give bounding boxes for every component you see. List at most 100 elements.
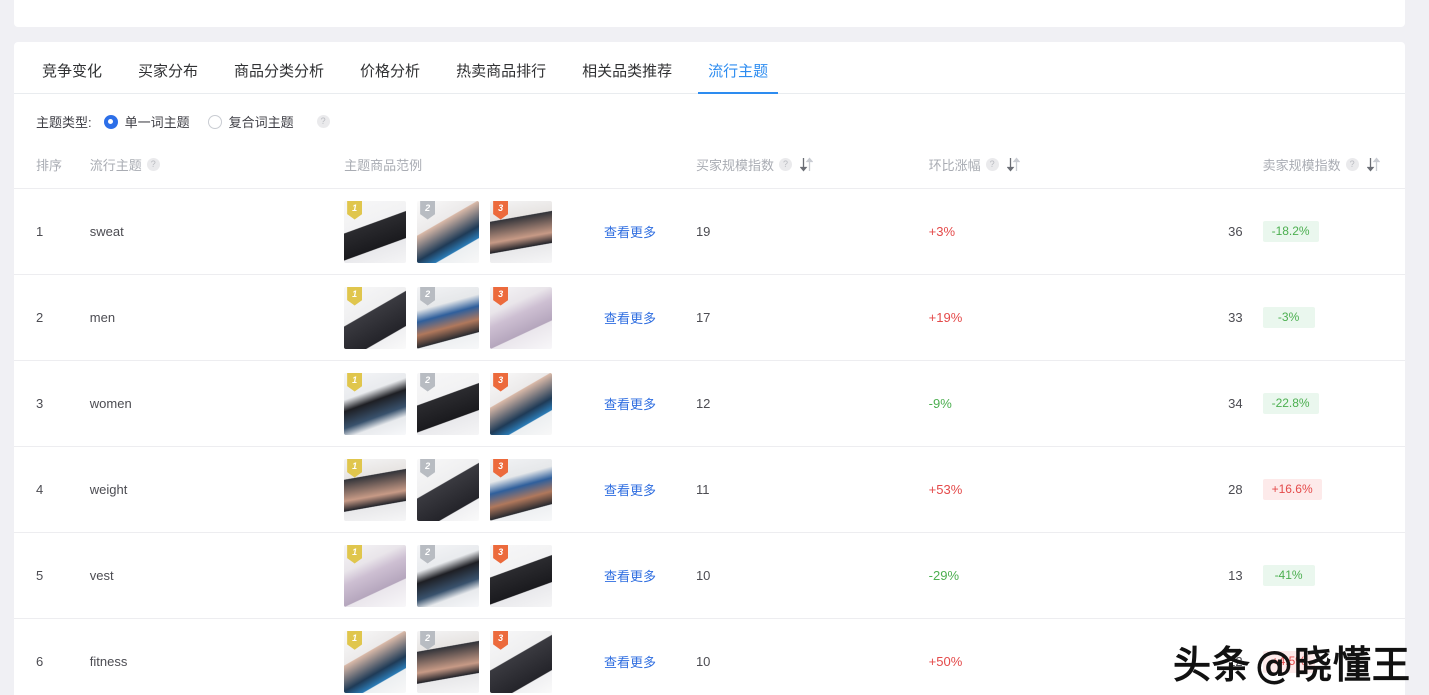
product-thumbnail[interactable]: 3 [490,458,553,521]
product-thumbnail[interactable]: 3 [490,544,553,607]
col-growth: 环比涨幅 ? [929,147,1178,189]
theme-type-help-icon[interactable]: ? [316,115,330,128]
cell-growth: +19% [928,274,1178,361]
cell-view-more: 查看更多 [603,532,696,619]
col-growth-help-icon[interactable]: ? [985,158,999,171]
cell-product-samples: 1 2 3 [344,274,604,361]
table-row: 1 sweat 1 2 3 查看更多 19 +3% 36 -18.2% [14,188,1405,275]
cell-theme: women [89,360,345,447]
product-thumbnail[interactable]: 1 [344,458,407,521]
sort-growth-icon[interactable] [1006,157,1020,172]
col-growth-label: 环比涨幅 [928,158,981,173]
cell-seller-change: -22.8% [1242,360,1405,447]
theme-type-radio-label: 复合词主题 [228,115,294,130]
thumbnail-list: 1 2 3 [344,458,604,521]
product-thumbnail[interactable]: 2 [417,286,480,349]
tab-1[interactable]: 买家分布 [120,64,216,93]
rank-medal-icon: 2 [420,630,436,650]
product-thumbnail[interactable]: 2 [417,630,480,693]
cell-growth: +53% [928,446,1178,533]
tab-bar: 竞争变化 买家分布 商品分类分析 价格分析 热卖商品排行 相关品类推荐 流行主题 [14,42,1405,94]
rank-medal-icon: 1 [347,286,363,306]
theme-type-radio-0[interactable]: 单一词主题 [103,112,190,131]
product-thumbnail[interactable]: 1 [344,200,407,263]
table-head: 排序 流行主题 ? 主题商品范例 买家规模指数 ? 环比涨幅 ? 卖家规模指数 … [14,147,1405,189]
product-thumbnail[interactable]: 2 [417,200,480,263]
tab-4[interactable]: 热卖商品排行 [438,64,564,93]
cell-growth: +50% [928,618,1178,695]
seller-change-badge: +16.6% [1262,478,1322,501]
tab-0[interactable]: 竞争变化 [24,64,120,93]
table-row: 2 men 1 2 3 查看更多 17 +19% 33 -3% [14,274,1405,361]
sort-buyer-index-icon[interactable] [799,157,813,172]
sort-seller-index-icon[interactable] [1366,157,1380,172]
cell-seller-change: -41% [1242,532,1405,619]
cell-theme: sweat [89,188,345,275]
product-thumbnail[interactable]: 2 [417,372,480,435]
cell-buyer-index: 12 [695,360,929,447]
col-rank: 排序 [14,147,90,189]
col-seller-index-help-icon[interactable]: ? [1345,158,1359,171]
col-theme-help-icon[interactable]: ? [146,158,160,171]
thumbnail-list: 1 2 3 [344,286,604,349]
tab-5[interactable]: 相关品类推荐 [564,64,690,93]
col-samples-label: 主题商品范例 [344,158,423,173]
cell-view-more: 查看更多 [603,360,696,447]
cell-seller-index: 36 [1177,188,1243,275]
table-row: 3 women 1 2 3 查看更多 12 -9% 34 -22.8% [14,360,1405,447]
product-thumbnail[interactable]: 1 [344,286,407,349]
product-thumbnail[interactable]: 3 [490,372,553,435]
rank-medal-icon: 1 [347,200,363,220]
cell-rank: 4 [14,446,90,533]
col-buyer-index-label: 买家规模指数 [695,158,774,173]
view-more-link[interactable]: 查看更多 [604,311,656,326]
cell-seller-index: 13 [1177,532,1243,619]
col-seller-index-label: 卖家规模指数 [1262,158,1341,173]
theme-type-radio-1[interactable]: 复合词主题 [207,112,294,131]
seller-change-badge: -3% [1262,306,1315,329]
product-thumbnail[interactable]: 3 [490,200,553,263]
product-thumbnail[interactable]: 3 [490,630,553,693]
product-thumbnail[interactable]: 2 [417,458,480,521]
thumbnail-list: 1 2 3 [344,630,604,693]
seller-change-badge: -41% [1262,564,1315,587]
cell-product-samples: 1 2 3 [344,618,604,695]
table-row: 4 weight 1 2 3 查看更多 11 +53% 28 +16.6% [14,446,1405,533]
product-thumbnail[interactable]: 1 [344,544,407,607]
view-more-link[interactable]: 查看更多 [604,397,656,412]
product-thumbnail[interactable]: 1 [344,372,407,435]
view-more-link[interactable]: 查看更多 [604,225,656,240]
col-samples: 主题商品范例 [344,147,604,189]
product-thumbnail[interactable]: 3 [490,286,553,349]
col-more-spacer [604,147,696,189]
view-more-link[interactable]: 查看更多 [604,655,656,670]
radio-dot-icon [207,114,222,129]
cell-seller-change: +4.5% [1242,618,1405,695]
rank-medal-icon: 3 [493,372,509,392]
cell-theme: weight [89,446,345,533]
cell-theme: men [89,274,345,361]
cell-product-samples: 1 2 3 [344,446,604,533]
tab-6[interactable]: 流行主题 [690,64,786,94]
growth-value: -9% [928,396,952,411]
thumbnail-list: 1 2 3 [344,372,604,435]
view-more-link[interactable]: 查看更多 [604,569,656,584]
rank-medal-icon: 2 [420,544,436,564]
view-more-link[interactable]: 查看更多 [604,483,656,498]
rank-medal-icon: 1 [347,630,363,650]
rank-medal-icon: 2 [420,200,436,220]
cell-rank: 1 [14,188,90,275]
cell-rank: 6 [14,618,90,695]
product-thumbnail[interactable]: 1 [344,630,407,693]
col-buyer-index-help-icon[interactable]: ? [778,158,792,171]
rank-medal-icon: 3 [493,286,509,306]
cell-seller-index: 28 [1177,446,1243,533]
cell-buyer-index: 19 [695,188,929,275]
growth-value: +50% [928,654,963,670]
product-thumbnail[interactable]: 2 [417,544,480,607]
theme-type-radio-label: 单一词主题 [124,115,190,130]
cell-view-more: 查看更多 [603,188,696,275]
tab-2[interactable]: 商品分类分析 [216,64,342,93]
tab-3[interactable]: 价格分析 [342,64,438,93]
cell-seller-index: 22 [1177,618,1243,695]
